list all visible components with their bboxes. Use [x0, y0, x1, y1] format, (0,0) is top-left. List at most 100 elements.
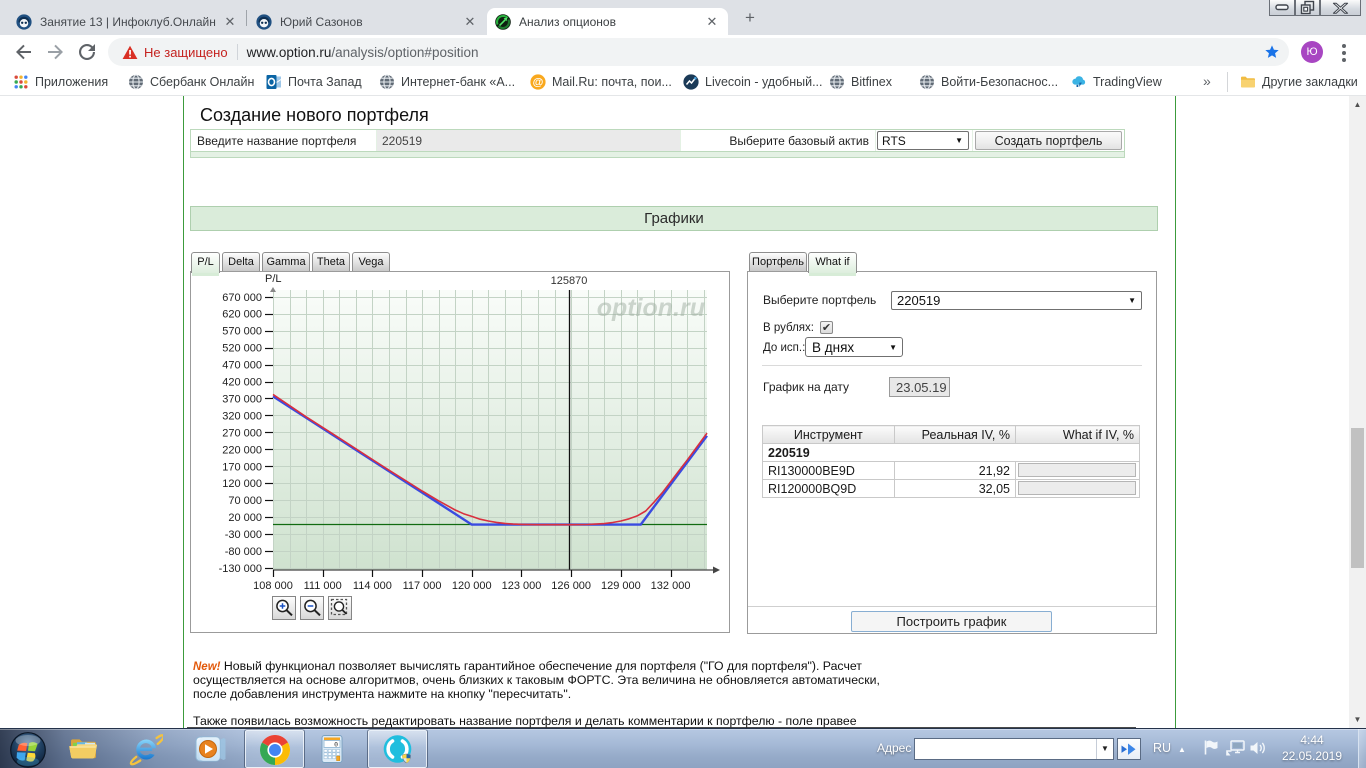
chart-date-input[interactable]: 23.05.19: [889, 377, 950, 397]
zoom-out-button[interactable]: [300, 596, 324, 620]
taskbar-calculator-icon[interactable]: 0: [315, 732, 349, 766]
back-icon[interactable]: [12, 40, 36, 64]
bookmark-item[interactable]: TradingView: [1071, 72, 1162, 92]
notes-paragraph-2: Также появилась возможность редактироват…: [193, 714, 857, 728]
svg-text:111 000: 111 000: [304, 580, 342, 592]
browser-tab-1[interactable]: Занятие 13 | Инфоклуб.Онлайн ✕: [8, 8, 246, 35]
bookmark-item[interactable]: Войти-Безопаснос...: [919, 72, 1058, 92]
volume-icon[interactable]: [1249, 740, 1266, 761]
base-asset-cell: RTS ▼: [876, 130, 972, 151]
scroll-up-icon[interactable]: ▲: [1349, 96, 1366, 113]
until-exp-select[interactable]: В днях ▼: [805, 337, 903, 357]
svg-text:108 000: 108 000: [253, 580, 293, 592]
page-scrollbar[interactable]: ▲ ▼: [1349, 96, 1366, 728]
taskbar-wmp-icon[interactable]: [192, 732, 226, 766]
profile-avatar[interactable]: Ю: [1301, 41, 1323, 63]
address-bar[interactable]: Не защищено www.option.ru/analysis/optio…: [108, 38, 1289, 66]
portfolio-name-cell: 220519: [377, 130, 680, 151]
dropdown-arrow-icon[interactable]: ▼: [1096, 739, 1113, 759]
start-button[interactable]: [9, 731, 46, 768]
tab-title: Юрий Сазонов: [280, 14, 363, 29]
bookmark-label: Mail.Ru: почта, пои...: [552, 75, 672, 89]
whatif-iv-input[interactable]: [1018, 463, 1136, 478]
tab-close-icon[interactable]: ✕: [704, 14, 720, 30]
clock-date[interactable]: 22.05.2019: [1278, 749, 1346, 763]
chart-tab-delta[interactable]: Delta: [222, 252, 260, 271]
form-green-strip: [190, 152, 1125, 158]
browser-tab-3-active[interactable]: Анализ опционов ✕: [487, 8, 728, 35]
window-restore-button[interactable]: [1295, 0, 1320, 16]
create-portfolio-button[interactable]: Создать портфель: [975, 131, 1122, 150]
security-label[interactable]: Не защищено: [144, 45, 228, 60]
security-warning-icon[interactable]: [122, 45, 138, 60]
svg-text:-130 000: -130 000: [219, 563, 262, 575]
portfolio-name-input[interactable]: 220519: [377, 130, 680, 151]
chart-tab-theta[interactable]: Theta: [312, 252, 350, 271]
address-toolbar-input[interactable]: ▼: [914, 738, 1114, 760]
zoom-in-button[interactable]: [272, 596, 296, 620]
bookmark-item[interactable]: Livecoin - удобный...: [683, 72, 823, 92]
bookmark-item[interactable]: Bitfinex: [829, 72, 892, 92]
tab-whatif[interactable]: What if: [808, 252, 857, 276]
bookmark-item[interactable]: Интернет-банк «А...: [379, 72, 515, 92]
bookmark-item[interactable]: Приложения: [13, 72, 108, 92]
new-portfolio-form: Введите название портфеля 220519 Выберит…: [190, 129, 1125, 152]
pl-chart[interactable]: option.ru 125870 670 000 620 000 570 000 520 …: [190, 271, 730, 633]
svg-text:-80 000: -80 000: [225, 546, 262, 558]
reload-icon[interactable]: [75, 40, 99, 64]
whatif-iv-cell: [1015, 461, 1140, 480]
scroll-down-icon[interactable]: ▼: [1349, 711, 1366, 728]
base-asset-select[interactable]: RTS ▼: [877, 131, 969, 150]
bookmark-item[interactable]: Сбербанк Онлайн: [128, 72, 254, 92]
clock-time[interactable]: 4:44: [1286, 733, 1338, 747]
taskbar-explorer-icon[interactable]: [67, 732, 101, 766]
address-go-button[interactable]: [1117, 738, 1141, 760]
show-desktop-button[interactable]: [1358, 729, 1366, 768]
scrollbar-thumb[interactable]: [1351, 428, 1364, 568]
infoclub-favicon-icon: [256, 13, 272, 30]
globe-icon: [379, 74, 395, 90]
new-tab-button[interactable]: +: [736, 9, 764, 27]
window-close-button[interactable]: [1320, 0, 1361, 16]
tray-expand-icon[interactable]: ▲: [1178, 745, 1186, 754]
svg-text:670 000: 670 000: [222, 292, 262, 304]
chart-tab-gamma[interactable]: Gamma: [262, 252, 310, 271]
bookmark-item[interactable]: @ Mail.Ru: почта, пои...: [530, 72, 672, 92]
chart-tab-vega[interactable]: Vega: [352, 252, 390, 271]
svg-text:170 000: 170 000: [222, 461, 262, 473]
bookmark-label: Почта Запад: [288, 75, 362, 89]
tab-portfolio[interactable]: Портфель: [749, 252, 807, 271]
globe-icon: [829, 74, 845, 90]
tab-close-icon[interactable]: ✕: [462, 14, 478, 30]
browser-tab-2[interactable]: Юрий Сазонов ✕: [248, 8, 486, 35]
bookmark-item[interactable]: Почта Запад: [266, 72, 362, 92]
note-line: осуществляется на основе алгоритмов, оче…: [193, 673, 880, 687]
portfolio-select[interactable]: 220519 ▼: [891, 291, 1142, 310]
url-text[interactable]: www.option.ru/analysis/option#position: [247, 45, 479, 60]
taskbar-app-button[interactable]: [367, 729, 428, 768]
language-indicator[interactable]: RU: [1153, 741, 1171, 755]
taskbar-chrome-button[interactable]: [244, 729, 305, 768]
network-icon[interactable]: [1226, 740, 1245, 761]
chart-tab-pl[interactable]: P/L: [191, 252, 220, 276]
tab-close-icon[interactable]: ✕: [222, 14, 238, 30]
forward-icon[interactable]: [43, 40, 67, 64]
zoom-region-button[interactable]: [328, 596, 352, 620]
taskbar-ie-icon[interactable]: [129, 732, 165, 766]
bookmarks-overflow-icon[interactable]: »: [1203, 73, 1211, 89]
create-portfolio-cell: Создать портфель: [973, 130, 1124, 151]
group-row: 220519: [762, 443, 1140, 462]
bookmark-star-icon[interactable]: [1264, 44, 1280, 60]
bookmark-label: TradingView: [1093, 75, 1162, 89]
other-bookmarks[interactable]: Другие закладки: [1240, 72, 1358, 92]
rubles-checkbox[interactable]: ✔: [820, 321, 833, 334]
whatif-iv-input[interactable]: [1018, 481, 1136, 496]
whatif-iv-cell: [1015, 479, 1140, 498]
action-center-flag-icon[interactable]: [1202, 739, 1219, 761]
globe-icon: [919, 74, 935, 90]
bookmark-label: Приложения: [35, 75, 109, 89]
select-portfolio-label: Выберите портфель: [763, 293, 877, 307]
build-chart-button[interactable]: Построить график: [851, 611, 1052, 632]
browser-menu-icon[interactable]: [1342, 44, 1348, 62]
window-minimize-button[interactable]: [1269, 0, 1295, 16]
